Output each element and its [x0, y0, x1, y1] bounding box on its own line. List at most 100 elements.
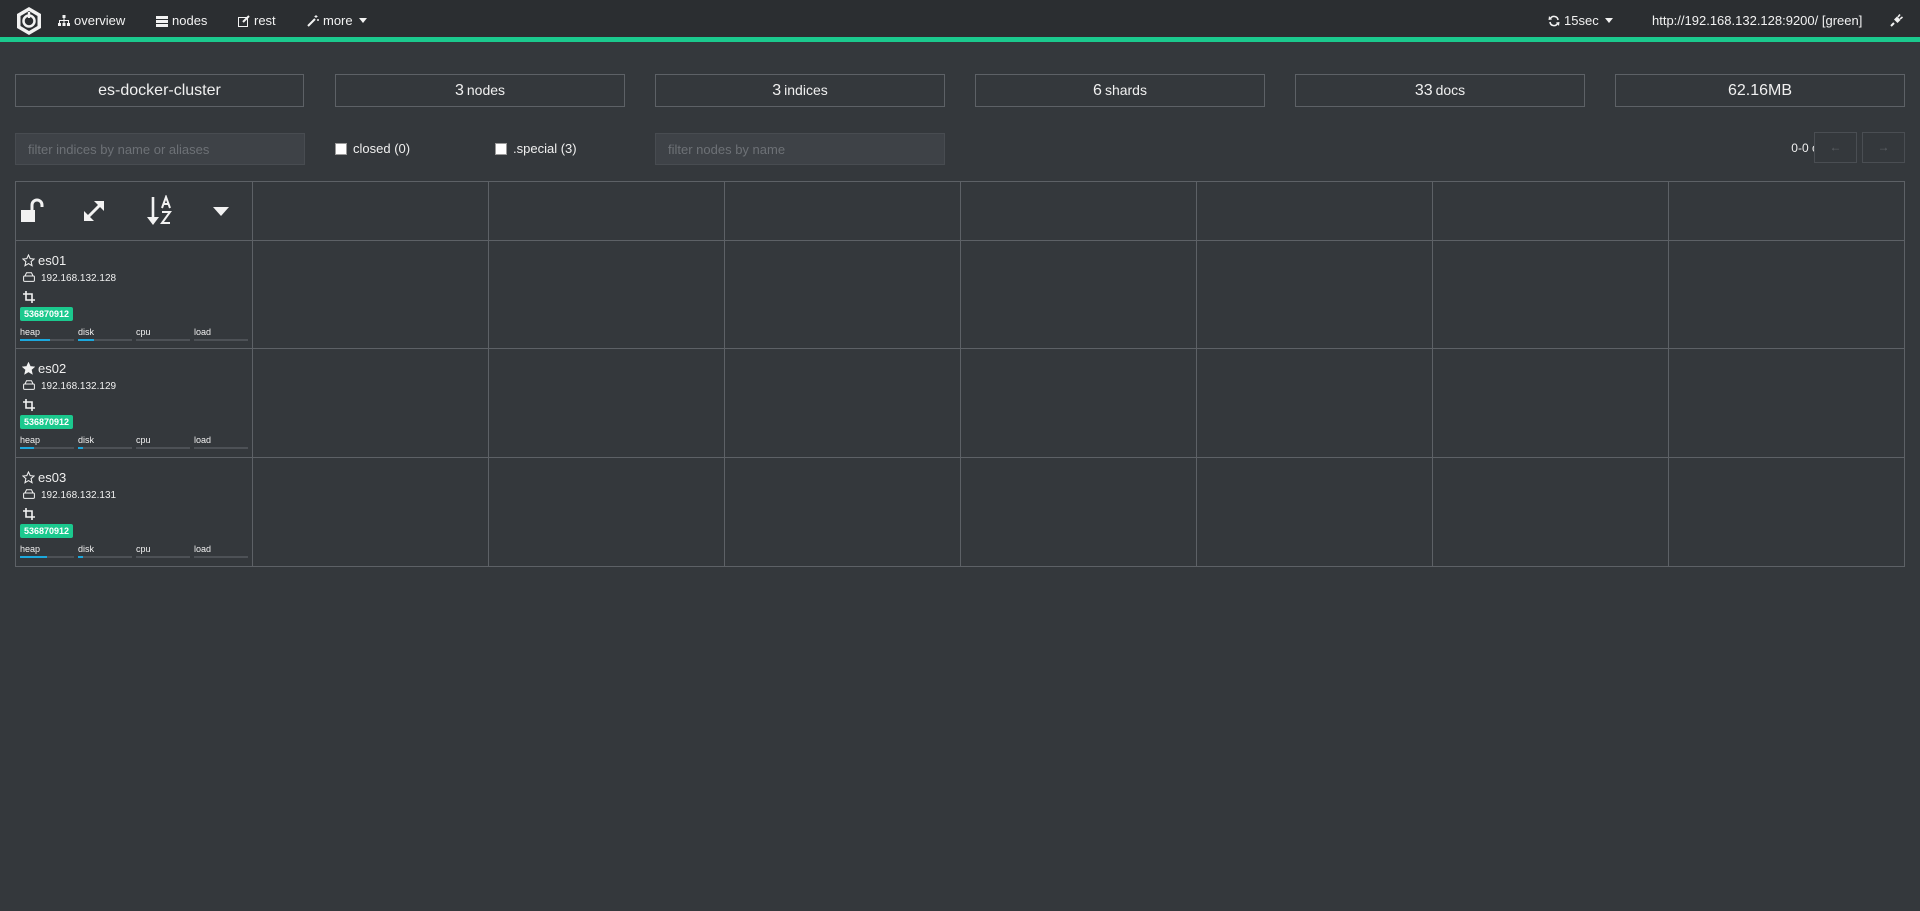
node-row: es03 192.168.132.131 536870912 heap disk…: [16, 458, 252, 566]
closed-indices-checkbox[interactable]: closed (0): [335, 140, 410, 158]
stat-shards: 6 shards: [975, 74, 1265, 107]
stat-indices-count: 3: [772, 82, 782, 99]
plug-icon: [1890, 14, 1903, 27]
stat-shards-count: 6: [1093, 82, 1102, 99]
refresh-interval-label: 15sec: [1564, 13, 1599, 28]
cluster-name-text: es-docker-cluster: [98, 82, 221, 99]
closed-indices-label: closed (0): [353, 141, 411, 156]
grid-divider: [16, 457, 1904, 458]
stat-size: 62.16MB: [1615, 74, 1905, 107]
nav-nodes[interactable]: nodes: [156, 0, 207, 42]
metric-disk: disk: [78, 327, 132, 341]
filter-indices-input[interactable]: [15, 133, 305, 165]
nav-rest[interactable]: rest: [238, 0, 276, 42]
nav-more-label: more: [323, 13, 353, 28]
cluster-overview-grid: es01 192.168.132.128 536870912 heap disk…: [15, 181, 1905, 567]
metric-label: heap: [20, 327, 41, 337]
connection-url-label: http://192.168.132.128:9200/ [green]: [1652, 13, 1863, 28]
nav-overview[interactable]: overview: [58, 0, 125, 42]
stat-docs-label: docs: [1435, 82, 1466, 98]
hdd-icon: [23, 272, 35, 282]
stat-docs: 33 docs: [1295, 74, 1585, 107]
stat-size-value: 62.16MB: [1727, 82, 1793, 99]
node-host: 192.168.132.131: [41, 490, 117, 501]
hdd-icon: [23, 380, 35, 390]
disconnect-button[interactable]: [1890, 0, 1908, 42]
node-row: es02 192.168.132.129 536870912 heap disk…: [16, 349, 252, 457]
metric-disk: disk: [78, 435, 132, 449]
metric-heap: heap: [20, 327, 74, 341]
cerebro-logo-icon[interactable]: [14, 6, 44, 36]
checkbox-box[interactable]: [495, 143, 507, 155]
node-heap-badge: 536870912: [20, 415, 74, 429]
metric-label: load: [194, 544, 212, 554]
stat-indices-label: indices: [784, 82, 828, 98]
node-host: 192.168.132.129: [41, 381, 117, 392]
metric-cpu: cpu: [136, 327, 190, 341]
chevron-down-icon: [1604, 18, 1613, 23]
refresh-icon: [1548, 15, 1560, 27]
star-outline-icon[interactable]: [22, 471, 35, 484]
special-indices-label: .special (3): [513, 141, 577, 156]
prev-page-button[interactable]: ←: [1814, 132, 1857, 163]
stat-indices: 3 indices: [655, 74, 945, 107]
metric-label: cpu: [136, 544, 151, 554]
metric-label: disk: [78, 327, 95, 337]
prev-page-label: ←: [1829, 140, 1842, 154]
node-heap-badge: 536870912: [20, 307, 74, 321]
stat-shards-label: shards: [1104, 82, 1147, 98]
star-filled-icon[interactable]: [22, 362, 35, 375]
crop-icon: [23, 399, 35, 411]
checkbox-box[interactable]: [335, 143, 347, 155]
metric-cpu: cpu: [136, 544, 190, 558]
grid-divider: [16, 348, 1904, 349]
metric-label: cpu: [136, 435, 151, 445]
crop-icon: [23, 508, 35, 520]
expand-icon[interactable]: [80, 197, 108, 225]
server-icon: [156, 16, 168, 27]
cluster-name: es-docker-cluster: [15, 74, 304, 107]
chevron-down-icon: [358, 18, 367, 23]
next-page-label: →: [1877, 140, 1890, 154]
stat-nodes: 3 nodes: [335, 74, 625, 107]
node-name[interactable]: es01: [38, 253, 66, 268]
node-name[interactable]: es02: [38, 361, 66, 376]
nav-overview-label: overview: [74, 13, 126, 28]
edit-icon: [238, 15, 250, 27]
crop-icon: [23, 291, 35, 303]
chevron-down-icon[interactable]: [212, 206, 230, 218]
metric-label: disk: [78, 435, 95, 445]
nav-nodes-label: nodes: [172, 13, 208, 28]
special-indices-checkbox[interactable]: .special (3): [495, 140, 577, 158]
node-name[interactable]: es03: [38, 470, 66, 485]
metric-load: load: [194, 435, 248, 449]
metric-disk: disk: [78, 544, 132, 558]
metric-label: load: [194, 327, 212, 337]
star-outline-icon[interactable]: [22, 254, 35, 267]
nav-more-dropdown[interactable]: more: [307, 0, 367, 42]
metric-heap: heap: [20, 435, 74, 449]
metric-label: disk: [78, 544, 95, 554]
stat-nodes-label: nodes: [466, 82, 506, 98]
metric-label: heap: [20, 544, 41, 554]
stat-docs-count: 33: [1414, 82, 1433, 99]
unlock-icon[interactable]: [19, 197, 47, 225]
hdd-icon: [23, 489, 35, 499]
filter-nodes-input[interactable]: [655, 133, 945, 165]
metric-label: cpu: [136, 327, 151, 337]
magic-icon: [307, 15, 319, 27]
node-heap-badge: 536870912: [20, 524, 74, 538]
metric-label: heap: [20, 435, 41, 445]
grid-divider: [16, 240, 1904, 241]
refresh-interval-dropdown[interactable]: 15sec: [1548, 0, 1613, 42]
next-page-button[interactable]: →: [1862, 132, 1905, 163]
nav-rest-label: rest: [254, 13, 276, 28]
node-host: 192.168.132.128: [41, 273, 117, 284]
sitemap-icon: [58, 15, 70, 26]
top-navbar: overview nodes rest more 15sec http://19…: [0, 0, 1920, 42]
metric-heap: heap: [20, 544, 74, 558]
connection-url[interactable]: http://192.168.132.128:9200/ [green]: [1652, 0, 1862, 42]
sort-alpha-icon[interactable]: [146, 195, 176, 227]
node-row: es01 192.168.132.128 536870912 heap disk…: [16, 241, 252, 349]
metric-load: load: [194, 544, 248, 558]
